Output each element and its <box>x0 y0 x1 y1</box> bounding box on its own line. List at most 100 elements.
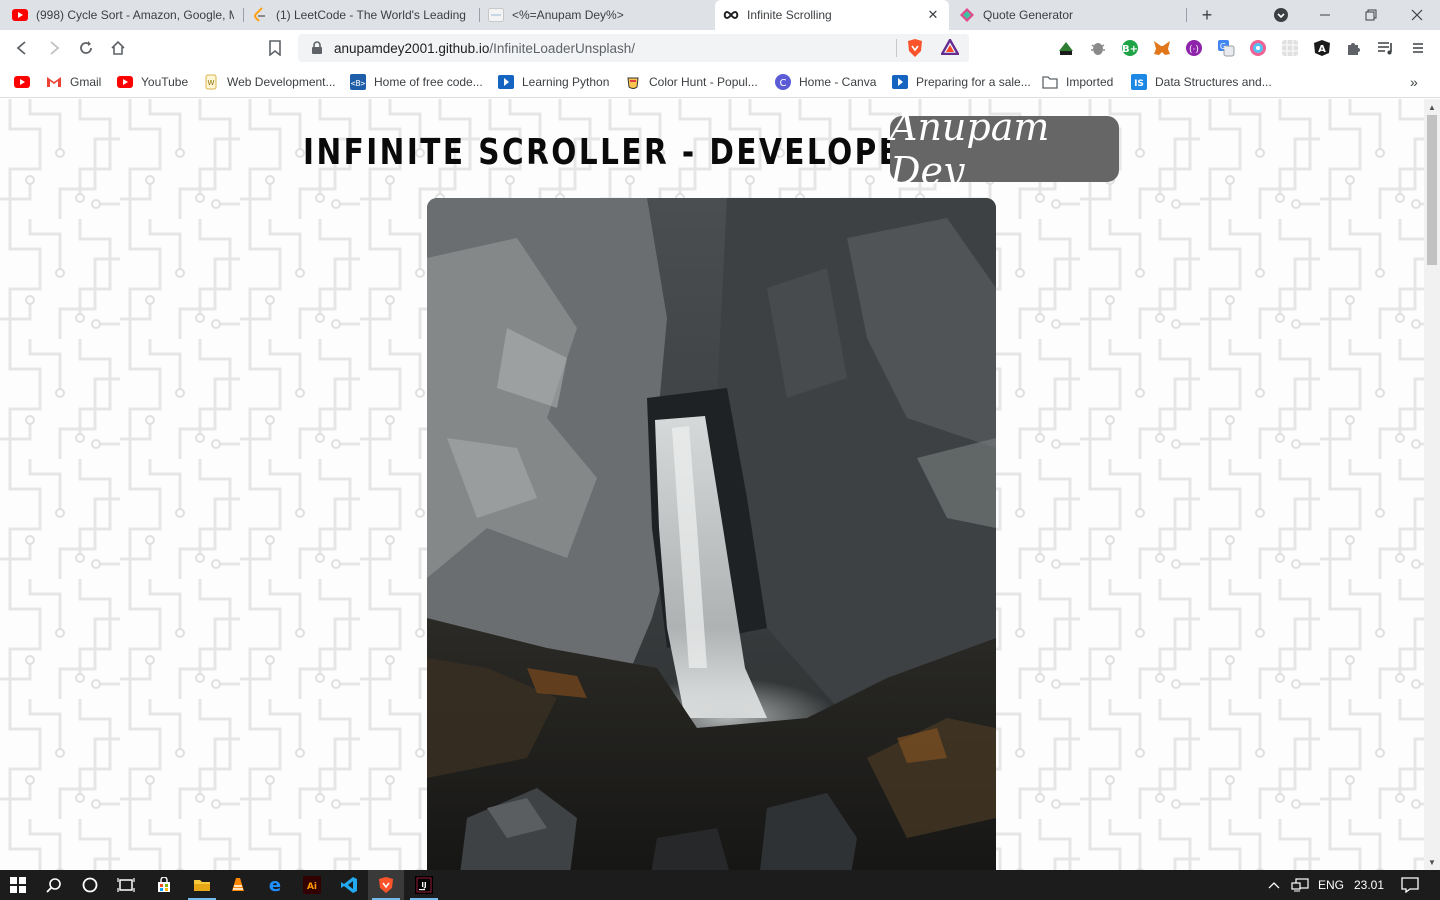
lock-icon <box>312 41 322 54</box>
unsplash-photo <box>427 198 996 870</box>
windows-start-icon[interactable] <box>0 870 36 900</box>
clock[interactable]: 23.01 <box>1354 878 1384 892</box>
gmail-icon <box>46 74 62 90</box>
svg-text:<B>: <B> <box>351 79 366 88</box>
page-title: INFINITE SCROLLER - DEVELOPED BY <box>303 131 989 173</box>
folder-icon <box>1042 74 1058 90</box>
svg-text:A: A <box>1318 44 1326 55</box>
bookmark-gmail[interactable]: Gmail <box>46 72 101 92</box>
code-icon: <B> <box>350 74 366 90</box>
new-tab-icon[interactable]: + <box>1195 3 1219 27</box>
tab-cycle-sort[interactable]: (998) Cycle Sort - Amazon, Google, Mi <box>4 0 242 30</box>
svg-text:Ai: Ai <box>307 882 317 892</box>
canva-icon: C <box>775 74 791 90</box>
bookmark-icon[interactable] <box>261 34 289 62</box>
vlc-icon[interactable] <box>220 870 256 900</box>
illustrator-icon[interactable]: Ai <box>294 870 330 900</box>
notifications-icon[interactable] <box>1392 870 1428 900</box>
color-picker-extension-icon[interactable] <box>1248 38 1268 58</box>
bookmark-color-hunt[interactable]: Color Hunt - Popul... <box>625 72 758 92</box>
web-dev-icon: W <box>203 74 219 90</box>
close-window-icon[interactable] <box>1405 3 1429 27</box>
play-icon <box>892 74 908 90</box>
bookmark-youtube[interactable]: YouTube <box>117 72 188 92</box>
store-icon[interactable] <box>146 870 182 900</box>
tab-quote-generator[interactable]: Quote Generator <box>951 0 1183 30</box>
bookmarks-overflow-icon[interactable]: » <box>1410 72 1418 92</box>
menu-icon[interactable] <box>1408 38 1428 58</box>
svg-text:G: G <box>1220 42 1226 51</box>
network-icon[interactable] <box>1288 870 1312 900</box>
restore-icon[interactable] <box>1359 3 1383 27</box>
scroll-down-icon[interactable]: ▼ <box>1424 854 1440 870</box>
url-host: anupamdey2001.github.io <box>334 40 490 56</box>
extensions-puzzle-icon[interactable] <box>1344 38 1364 58</box>
bookmark-free-code[interactable]: <B> Home of free code... <box>350 72 483 92</box>
bookmark-label: YouTube <box>141 75 189 89</box>
tab-strip: (998) Cycle Sort - Amazon, Google, Mi (1… <box>0 0 1440 30</box>
bookmark-label: Preparing for a sale... <box>916 75 1031 89</box>
bookmark-learning-python[interactable]: Learning Python <box>498 72 609 92</box>
tab-title: <%=Anupam Dey%> <box>512 8 624 22</box>
browser-toolbar: anupamdey2001.github.io/InfiniteLoaderUn… <box>0 30 1440 66</box>
tab-title: (1) LeetCode - The World's Leading Or <box>276 8 468 22</box>
intellij-icon[interactable]: IJ <box>406 870 442 900</box>
tab-title: Infinite Scrolling <box>747 8 832 22</box>
quote-icon <box>959 7 975 23</box>
metamask-icon[interactable] <box>1152 38 1172 58</box>
bookmark-youtube-shortcut[interactable] <box>14 72 38 92</box>
youtube-icon <box>12 7 28 23</box>
svg-text:IS: IS <box>1134 79 1144 89</box>
tab-search-icon[interactable] <box>1269 3 1293 27</box>
search-icon[interactable] <box>36 870 72 900</box>
file-explorer-icon[interactable] <box>184 870 220 900</box>
svg-text:B+: B+ <box>1122 44 1138 55</box>
tab-portfolio[interactable]: <%=Anupam Dey%> <box>480 0 712 30</box>
scroll-thumb[interactable] <box>1427 115 1437 265</box>
brave-taskbar-icon[interactable] <box>368 870 404 900</box>
bookmark-label: Gmail <box>70 75 102 89</box>
task-view-icon[interactable] <box>108 870 144 900</box>
scroll-up-icon[interactable]: ▲ <box>1424 99 1440 115</box>
forward-icon[interactable] <box>40 34 68 62</box>
bookmark-imported[interactable]: Imported <box>1042 72 1113 92</box>
bookmark-web-development[interactable]: W Web Development... <box>203 72 336 92</box>
bookmark-label: Home - Canva <box>799 75 877 89</box>
b-plus-extension-icon[interactable]: B+ <box>1120 38 1140 58</box>
reload-icon[interactable] <box>72 34 100 62</box>
page-scrollbar[interactable]: ▲ ▼ <box>1424 99 1440 870</box>
url-path: /InfiniteLoaderUnsplash/ <box>489 40 635 56</box>
angular-extension-icon[interactable]: A <box>1312 38 1332 58</box>
html-extension-icon[interactable] <box>1056 38 1076 58</box>
infinity-icon <box>723 7 739 23</box>
minimize-icon[interactable] <box>1313 3 1337 27</box>
bookmark-label: Learning Python <box>522 75 610 89</box>
tab-infinite-scrolling[interactable]: Infinite Scrolling ✕ <box>715 0 949 30</box>
grid-extension-icon[interactable] <box>1280 38 1300 58</box>
bookmark-canva[interactable]: C Home - Canva <box>775 72 876 92</box>
cortana-icon[interactable] <box>72 870 108 900</box>
translate-icon[interactable]: G <box>1216 38 1236 58</box>
bookmark-label: Imported <box>1066 75 1114 89</box>
tab-leetcode[interactable]: (1) LeetCode - The World's Leading Or <box>244 0 476 30</box>
tab-separator <box>1186 8 1187 22</box>
show-hidden-icons-icon[interactable] <box>1262 870 1286 900</box>
edge-icon[interactable]: e <box>257 870 293 900</box>
bookmark-label: Home of free code... <box>374 75 483 89</box>
vscode-icon[interactable] <box>331 870 367 900</box>
address-bar[interactable]: anupamdey2001.github.io/InfiniteLoaderUn… <box>298 34 969 62</box>
back-icon[interactable] <box>8 34 36 62</box>
home-icon[interactable] <box>104 34 132 62</box>
brave-rewards-icon[interactable] <box>939 37 961 60</box>
tab-title: Quote Generator <box>983 8 1074 22</box>
page-viewport: INFINITE SCROLLER - DEVELOPED BY Anupam … <box>0 99 1424 870</box>
purple-extension-icon[interactable]: (·) <box>1184 38 1204 58</box>
media-controls-icon[interactable] <box>1376 38 1396 58</box>
waterfall-image <box>427 198 996 870</box>
brave-shield-icon[interactable] <box>906 38 924 63</box>
close-icon[interactable]: ✕ <box>925 7 941 23</box>
bookmark-data-structures[interactable]: IS Data Structures and... <box>1131 72 1272 92</box>
input-language[interactable]: ENG <box>1318 878 1344 892</box>
bug-extension-icon[interactable] <box>1088 38 1108 58</box>
bookmark-preparing-sale[interactable]: Preparing for a sale... <box>892 72 1031 92</box>
